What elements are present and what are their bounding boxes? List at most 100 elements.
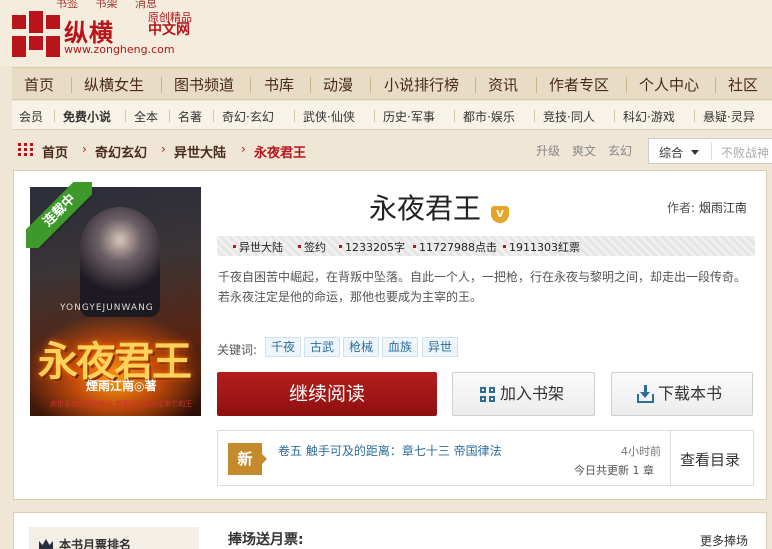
nav-item-anime[interactable]: 动漫 <box>323 74 353 95</box>
latest-chapter-link[interactable]: 卷五 触手可及的距离：章七十三 帝国律法 <box>278 442 502 459</box>
keyword-tag[interactable]: 血族 <box>382 337 419 357</box>
category-divider <box>614 110 615 122</box>
latest-update: 新 卷五 触手可及的距离：章七十三 帝国律法 4小时前 今日共更新 1 章 查看… <box>217 430 754 486</box>
view-catalog-link[interactable]: 查看目录 <box>680 449 740 470</box>
bullet-icon <box>503 245 506 248</box>
breadcrumb-category[interactable]: 奇幻玄幻 <box>95 142 147 161</box>
search-divider <box>711 142 712 160</box>
crown-icon <box>39 539 53 549</box>
keyword-tag[interactable]: 异世 <box>422 337 459 357</box>
keywords-label: 关键词: <box>217 343 258 357</box>
update-count: 今日共更新 1 章 <box>574 464 654 477</box>
logo-tag-bottom: 中文网 <box>148 22 190 38</box>
nav-item-home[interactable]: 首页 <box>24 74 54 95</box>
cover-figure <box>80 207 160 317</box>
nav-item-rankings[interactable]: 小说排行榜 <box>384 74 459 95</box>
continue-reading-button[interactable]: 继续阅读 <box>217 372 437 416</box>
category-divider <box>374 110 375 122</box>
tag-link-xuanhuan[interactable]: 玄幻 <box>608 142 632 159</box>
nav-divider <box>475 77 476 93</box>
support-title: 捧场送月票: <box>228 532 304 548</box>
download-book-button[interactable]: 下载本书 <box>611 372 753 416</box>
rank-title: 本书月票排名 <box>59 538 132 549</box>
keyword-tag[interactable]: 千夜 <box>265 337 302 357</box>
meta-category[interactable]: 异世大陆 <box>239 239 283 255</box>
book-title: 永夜君王 <box>369 192 482 225</box>
cover-author-art: 煙雨江南◎著 <box>86 379 157 393</box>
category-divider <box>125 110 126 122</box>
category-divider <box>534 110 535 122</box>
nav-item-library[interactable]: 书库 <box>264 74 294 95</box>
category-mystery[interactable]: 悬疑·灵异 <box>703 108 755 125</box>
logo-tagline: 原创精品 中文网 <box>148 11 192 37</box>
search-box: 综合 不败战神 <box>648 138 772 164</box>
status-ribbon-label: 连载中 <box>26 182 92 248</box>
nav-item-profile[interactable]: 个人中心 <box>639 74 699 95</box>
book-meta: 异世大陆 签约 1233205字 11727988点击 1911303红票 <box>217 236 755 256</box>
chevron-right-icon: › <box>241 142 246 156</box>
download-book-label: 下载本书 <box>658 384 723 403</box>
monthly-ticket-rank: 本书月票排名 <box>29 527 199 549</box>
author-info: 作者: 烟雨江南 <box>667 199 747 216</box>
category-sports[interactable]: 竞技·同人 <box>543 108 595 125</box>
logo-mark-icon <box>12 11 60 57</box>
add-to-shelf-button[interactable]: 加入书架 <box>452 372 595 416</box>
bullet-icon <box>413 245 416 248</box>
category-divider <box>54 110 55 122</box>
new-badge: 新 <box>228 443 267 475</box>
search-sort-select[interactable]: 综合 <box>659 144 683 161</box>
nav-divider <box>715 77 716 93</box>
status-ribbon: 连载中 <box>26 182 92 248</box>
breadcrumb-subcategory[interactable]: 异世大陆 <box>174 142 226 161</box>
nav-divider <box>626 77 627 93</box>
category-scifi[interactable]: 科幻·游戏 <box>623 108 675 125</box>
category-free[interactable]: 免费小说 <box>63 108 111 125</box>
nav-item-community[interactable]: 社区 <box>728 74 758 95</box>
category-nav: 会员 免费小说 全本 名著 奇幻·玄幻 武侠·仙侠 历史·军事 都市·娱乐 竞技… <box>12 101 772 130</box>
keyword-tag[interactable]: 枪械 <box>343 337 380 357</box>
book-description: 千夜自困苦中崛起，在背叛中坠落。自此一个人，一把枪，行在永夜与黎明之间，却走出一… <box>218 270 747 304</box>
category-divider <box>694 110 695 122</box>
bullet-icon <box>339 245 342 248</box>
nav-item-authors[interactable]: 作者专区 <box>549 74 609 95</box>
search-input[interactable]: 不败战神 <box>721 144 769 161</box>
bullet-icon <box>298 245 301 248</box>
nav-item-female[interactable]: 纵横女生 <box>84 74 144 95</box>
tag-link-shuangwen[interactable]: 爽文 <box>572 142 596 159</box>
more-support-link[interactable]: 更多捧场 <box>700 532 748 549</box>
meta-red-tickets: 1911303红票 <box>509 241 580 254</box>
chevron-down-icon[interactable] <box>691 150 699 155</box>
category-urban[interactable]: 都市·娱乐 <box>463 108 515 125</box>
category-history[interactable]: 历史·军事 <box>383 108 435 125</box>
nav-item-news[interactable]: 资讯 <box>488 74 518 95</box>
nav-divider <box>536 77 537 93</box>
nav-divider <box>370 77 371 93</box>
meta-signed: 签约 <box>304 241 326 254</box>
category-divider <box>294 110 295 122</box>
grid-icon <box>480 387 495 402</box>
category-wuxia[interactable]: 武侠·仙侠 <box>303 108 355 125</box>
update-divider <box>670 431 671 485</box>
author-link[interactable]: 烟雨江南 <box>699 201 747 215</box>
lower-panel: 本书月票排名 捧场送月票: 更多捧场 <box>13 512 767 549</box>
nav-item-books[interactable]: 图书频道 <box>174 74 234 95</box>
breadcrumb: 首页 › 奇幻玄幻 › 异世大陆 › 永夜君王 升级 爽文 玄幻 综合 不败战神 <box>12 136 772 164</box>
add-to-shelf-label: 加入书架 <box>500 384 565 403</box>
chevron-right-icon: › <box>161 142 166 156</box>
vip-badge-icon: V <box>491 206 509 223</box>
category-member[interactable]: 会员 <box>19 108 43 125</box>
nav-divider <box>161 77 162 93</box>
cover-tagline: 此世永夜是我的命运 若我注定成为主宰它的王 <box>50 400 193 408</box>
grid-dots-icon <box>18 143 33 156</box>
site-logo[interactable]: 纵横 原创精品 中文网 www.zongheng.com <box>12 9 197 61</box>
category-fantasy[interactable]: 奇幻·玄幻 <box>222 108 274 125</box>
cover-pinyin: YONGYEJUNWANG <box>60 303 154 313</box>
meta-clicks: 11727988点击 <box>419 241 497 254</box>
breadcrumb-home[interactable]: 首页 <box>42 142 68 161</box>
tag-link-upgrade[interactable]: 升级 <box>536 142 560 159</box>
download-icon <box>637 385 654 403</box>
keyword-tag[interactable]: 古武 <box>304 337 341 357</box>
breadcrumb-current: 永夜君王 <box>254 146 307 161</box>
category-classics[interactable]: 名著 <box>178 108 202 125</box>
category-complete[interactable]: 全本 <box>134 108 158 125</box>
